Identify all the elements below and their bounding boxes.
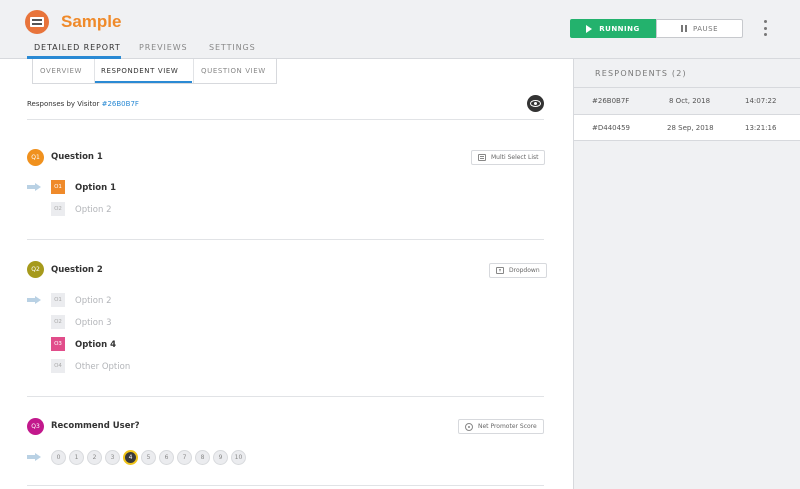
nps-score-option: 9 xyxy=(213,450,228,465)
question-type-label: Multi Select List xyxy=(491,154,539,161)
visitor-id-link[interactable]: #26B0B7F xyxy=(102,100,139,108)
question-title: Question 1 xyxy=(51,152,103,162)
nps-score-option: 8 xyxy=(195,450,210,465)
respondent-date: 28 Sep, 2018 xyxy=(667,124,714,132)
question-badge: Q2 xyxy=(27,261,44,278)
question-badge: Q1 xyxy=(27,149,44,166)
respondent-row[interactable]: #D440459 28 Sep, 2018 13:21:16 xyxy=(574,114,800,140)
option-code: O1 xyxy=(51,180,65,194)
subtab-overview[interactable]: OVERVIEW xyxy=(40,67,82,75)
option-code: O1 xyxy=(51,293,65,307)
question-type-label: Dropdown xyxy=(509,267,540,274)
nps-score-option: 4 xyxy=(123,450,138,465)
eye-icon[interactable] xyxy=(527,95,544,112)
respondent-id: #D440459 xyxy=(592,124,630,132)
nps-score-option: 7 xyxy=(177,450,192,465)
tab-detailed-report[interactable]: DETAILED REPORT xyxy=(34,43,121,52)
respondents-header: RESPONDENTS (2) xyxy=(595,69,687,78)
answer-arrow-icon xyxy=(27,453,42,461)
question-type-label: Net Promoter Score xyxy=(478,423,537,430)
divider xyxy=(27,119,544,120)
nps-score-option: 6 xyxy=(159,450,174,465)
nps-score-option: 3 xyxy=(105,450,120,465)
answer-arrow-icon xyxy=(27,183,42,191)
app-title: Sample xyxy=(61,12,122,31)
respondents-panel: RESPONDENTS (2) #26B0B7F 8 Oct, 2018 14:… xyxy=(573,59,800,489)
pause-button[interactable]: PAUSE xyxy=(656,19,743,38)
running-label: RUNNING xyxy=(599,24,640,33)
option-code: O3 xyxy=(51,337,65,351)
running-button[interactable]: RUNNING xyxy=(570,19,656,38)
question-title: Recommend User? xyxy=(51,421,140,431)
play-icon xyxy=(586,24,593,33)
report-subtabs: OVERVIEW RESPONDENT VIEW QUESTION VIEW xyxy=(32,59,277,84)
subtab-question-view[interactable]: QUESTION VIEW xyxy=(201,67,266,75)
pause-icon xyxy=(680,25,687,32)
option-label: Option 4 xyxy=(75,340,117,350)
nps-score-option: 2 xyxy=(87,450,102,465)
tab-previews[interactable]: PREVIEWS xyxy=(139,43,188,52)
more-options-icon[interactable] xyxy=(762,20,768,36)
respondent-row[interactable]: #26B0B7F 8 Oct, 2018 14:07:22 xyxy=(574,87,800,113)
divider xyxy=(27,485,544,486)
divider xyxy=(27,396,544,397)
question-type-badge: Dropdown xyxy=(489,263,547,278)
answer-arrow-icon xyxy=(27,296,42,304)
nps-score-option: 0 xyxy=(51,450,66,465)
nps-score-option: 10 xyxy=(231,450,246,465)
question-title: Question 2 xyxy=(51,265,103,275)
nps-score-option: 5 xyxy=(141,450,156,465)
respondent-time: 14:07:22 xyxy=(745,97,777,105)
respondent-date: 8 Oct, 2018 xyxy=(669,97,711,105)
app-logo-icon xyxy=(25,10,49,34)
subtab-divider xyxy=(94,59,95,83)
option-code: O2 xyxy=(51,202,65,216)
dropdown-icon xyxy=(496,267,504,274)
option-label: Option 1 xyxy=(75,183,117,193)
divider xyxy=(574,140,800,141)
option-code: O4 xyxy=(51,359,65,373)
option-label: Option 3 xyxy=(75,318,112,328)
option-code: O2 xyxy=(51,315,65,329)
divider xyxy=(27,239,544,240)
nps-score-option: 1 xyxy=(69,450,84,465)
list-icon xyxy=(478,154,486,161)
visitor-heading: Responses by Visitor #26B0B7F xyxy=(27,100,139,108)
question-type-badge: Multi Select List xyxy=(471,150,546,165)
nps-icon xyxy=(465,422,473,431)
option-label: Option 2 xyxy=(75,296,112,306)
respondent-time: 13:21:16 xyxy=(745,124,777,132)
subtab-divider xyxy=(193,59,194,83)
top-header: Sample DETAILED REPORT PREVIEWS SETTINGS… xyxy=(0,0,800,59)
option-label: Other Option xyxy=(75,362,131,372)
visitor-prefix: Responses by Visitor xyxy=(27,100,102,108)
respondent-id: #26B0B7F xyxy=(592,97,630,105)
active-subtab-indicator xyxy=(95,81,192,83)
subtab-respondent-view[interactable]: RESPONDENT VIEW xyxy=(101,67,178,75)
tab-settings[interactable]: SETTINGS xyxy=(209,43,256,52)
option-label: Option 2 xyxy=(75,205,112,215)
pause-label: PAUSE xyxy=(692,24,719,33)
question-badge: Q3 xyxy=(27,418,44,435)
question-type-badge: Net Promoter Score xyxy=(458,419,544,434)
